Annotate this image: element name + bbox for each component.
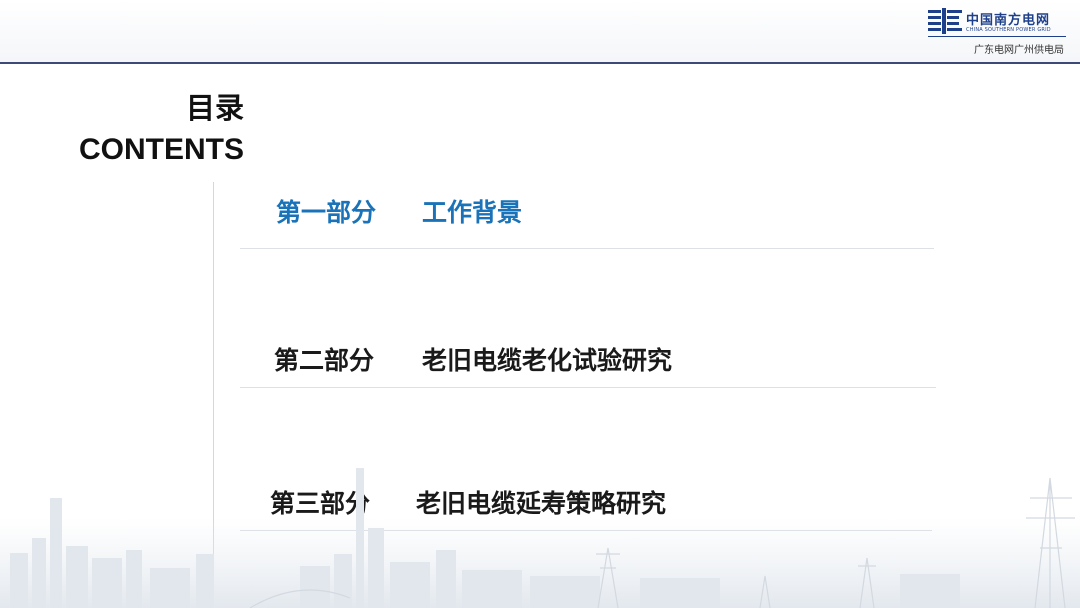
header-bar: 中国南方电网 CHINA SOUTHERN POWER GRID 广东电网广州供… bbox=[0, 0, 1080, 64]
logo-english-name: CHINA SOUTHERN POWER GRID bbox=[966, 27, 1051, 33]
company-logo: 中国南方电网 CHINA SOUTHERN POWER GRID 广东电网广州供… bbox=[928, 6, 1066, 58]
toc-part-label: 第一部分 bbox=[276, 198, 377, 227]
grid-emblem-icon bbox=[928, 8, 962, 34]
logo-chinese-name: 中国南方电网 bbox=[966, 13, 1051, 28]
logo-divider bbox=[928, 36, 1066, 37]
toc-item-part-2[interactable]: 第二部分 老旧电缆老化试验研究 bbox=[240, 341, 936, 381]
toc-topic-label: 工作背景 bbox=[422, 198, 523, 227]
toc-separator-2 bbox=[240, 387, 936, 388]
toc-item-part-1[interactable]: 第一部分 工作背景 bbox=[240, 193, 934, 233]
toc-part-label: 第二部分 bbox=[274, 346, 375, 375]
title-chinese: 目录 bbox=[185, 91, 244, 125]
logo-subsidiary-name: 广东电网广州供电局 bbox=[974, 45, 1064, 56]
toc-separator-1 bbox=[240, 248, 934, 249]
title-english: CONTENTS bbox=[79, 133, 244, 166]
city-skyline-background bbox=[0, 468, 1080, 608]
contents-title-block: 目录 CONTENTS bbox=[79, 88, 244, 172]
toc-topic-label: 老旧电缆老化试验研究 bbox=[422, 346, 673, 375]
